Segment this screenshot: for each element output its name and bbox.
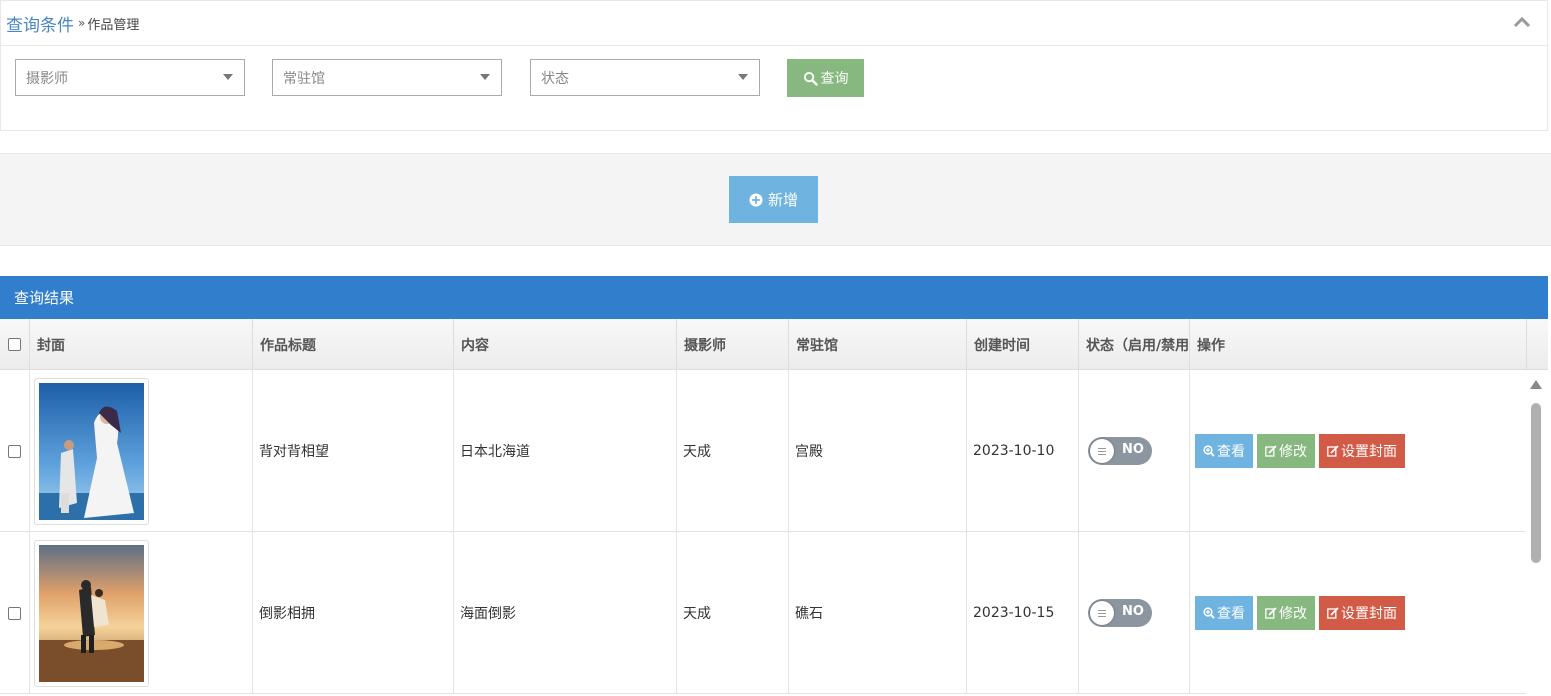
photographer-select-value: 摄影师 xyxy=(26,70,68,87)
studio-select[interactable]: 常驻馆 xyxy=(272,59,502,96)
column-header-title[interactable]: 作品标题 xyxy=(253,319,454,370)
collapse-chevron-up-icon[interactable] xyxy=(1511,11,1533,33)
view-button-label: 查看 xyxy=(1217,606,1245,622)
set-cover-button[interactable]: 设置封面 xyxy=(1319,596,1405,630)
toggle-text: NO xyxy=(1122,442,1144,457)
breadcrumb: 作品管理 xyxy=(87,17,140,33)
row-check-cell xyxy=(0,532,30,694)
view-button[interactable]: 查看 xyxy=(1195,434,1253,468)
photographer-select[interactable]: 摄影师 xyxy=(15,59,245,96)
column-header-created[interactable]: 创建时间 xyxy=(967,319,1079,370)
edit-icon xyxy=(1327,445,1339,457)
cover-cell xyxy=(30,532,253,694)
query-title: 查询条件 xyxy=(6,15,74,36)
edit-button-label: 修改 xyxy=(1279,606,1307,622)
column-header-actions: 操作 xyxy=(1190,319,1527,370)
caret-down-icon xyxy=(738,74,748,80)
table-header: 封面 作品标题 内容 摄影师 常驻馆 创建时间 状态（启用/禁用） 操作 xyxy=(0,319,1548,370)
created-cell: 2023-10-15 xyxy=(967,532,1079,694)
scrollbar-thumb[interactable] xyxy=(1531,403,1541,563)
studio-cell: 礁石 xyxy=(789,532,967,694)
edit-icon xyxy=(1265,607,1277,619)
table-row: 倒影相拥 海面倒影 天成 礁石 2023-10-15 NO 查看 修改 设置封面 xyxy=(0,532,1526,694)
column-header-status[interactable]: 状态（启用/禁用） xyxy=(1079,319,1190,370)
column-header-studio[interactable]: 常驻馆 xyxy=(789,319,967,370)
edit-icon xyxy=(1265,445,1277,457)
breadcrumb-separator: » xyxy=(78,16,86,30)
photographer-cell: 天成 xyxy=(677,370,789,532)
toolbar: 新增 xyxy=(0,153,1551,246)
search-icon xyxy=(803,71,818,86)
title-cell: 背对背相望 xyxy=(253,370,454,532)
caret-down-icon xyxy=(480,74,490,80)
content-cell: 日本北海道 xyxy=(454,370,677,532)
set-cover-button[interactable]: 设置封面 xyxy=(1319,434,1405,468)
table-row: 背对背相望 日本北海道 天成 宫殿 2023-10-10 NO 查看 修改 设置… xyxy=(0,370,1526,532)
select-all-checkbox[interactable] xyxy=(8,338,21,351)
results-header: 查询结果 xyxy=(0,276,1548,319)
toggle-text: NO xyxy=(1122,604,1144,619)
created-cell: 2023-10-10 xyxy=(967,370,1079,532)
scroll-up-arrow-icon[interactable] xyxy=(1530,380,1542,389)
row-check-cell xyxy=(0,370,30,532)
add-button[interactable]: 新增 xyxy=(729,176,818,223)
plus-circle-icon xyxy=(749,192,763,207)
select-all-cell xyxy=(0,319,30,370)
status-toggle[interactable]: NO xyxy=(1088,599,1152,627)
cover-photo-couple-sunset xyxy=(39,544,144,682)
toggle-knob-icon xyxy=(1090,601,1114,625)
actions-cell: 查看 修改 设置封面 xyxy=(1190,532,1526,694)
edit-icon xyxy=(1327,607,1339,619)
zoom-in-icon xyxy=(1203,445,1215,457)
studio-cell: 宫殿 xyxy=(789,370,967,532)
cover-cell xyxy=(30,370,253,532)
zoom-in-icon xyxy=(1203,607,1215,619)
search-button[interactable]: 查询 xyxy=(787,59,864,97)
edit-button[interactable]: 修改 xyxy=(1257,596,1315,630)
cover-photo-couple-sky xyxy=(39,382,144,520)
column-header-cover[interactable]: 封面 xyxy=(30,319,253,370)
status-cell: NO xyxy=(1079,370,1190,532)
photographer-cell: 天成 xyxy=(677,532,789,694)
toggle-knob-icon xyxy=(1090,439,1114,463)
set-cover-button-label: 设置封面 xyxy=(1341,444,1397,460)
edit-button[interactable]: 修改 xyxy=(1257,434,1315,468)
status-cell: NO xyxy=(1079,532,1190,694)
search-button-label: 查询 xyxy=(820,71,849,87)
add-button-label: 新增 xyxy=(767,191,798,209)
cover-thumbnail[interactable] xyxy=(34,377,149,525)
cover-thumbnail[interactable] xyxy=(34,539,149,687)
status-select-value: 状态 xyxy=(541,70,569,87)
title-cell: 倒影相拥 xyxy=(253,532,454,694)
row-checkbox[interactable] xyxy=(8,444,21,458)
vertical-scrollbar[interactable] xyxy=(1527,370,1545,696)
studio-select-value: 常驻馆 xyxy=(283,70,325,87)
view-button[interactable]: 查看 xyxy=(1195,596,1253,630)
set-cover-button-label: 设置封面 xyxy=(1341,606,1397,622)
status-toggle[interactable]: NO xyxy=(1088,437,1152,465)
view-button-label: 查看 xyxy=(1217,444,1245,460)
column-header-content[interactable]: 内容 xyxy=(454,319,677,370)
query-header: 查询条件 » 作品管理 xyxy=(1,1,1547,46)
column-header-photographer[interactable]: 摄影师 xyxy=(677,319,789,370)
caret-down-icon xyxy=(223,74,233,80)
edit-button-label: 修改 xyxy=(1279,444,1307,460)
content-cell: 海面倒影 xyxy=(454,532,677,694)
row-checkbox[interactable] xyxy=(8,606,21,620)
results-table: 封面 作品标题 内容 摄影师 常驻馆 创建时间 状态（启用/禁用） 操作 xyxy=(0,319,1548,696)
status-select[interactable]: 状态 xyxy=(530,59,760,96)
actions-cell: 查看 修改 设置封面 xyxy=(1190,370,1526,532)
